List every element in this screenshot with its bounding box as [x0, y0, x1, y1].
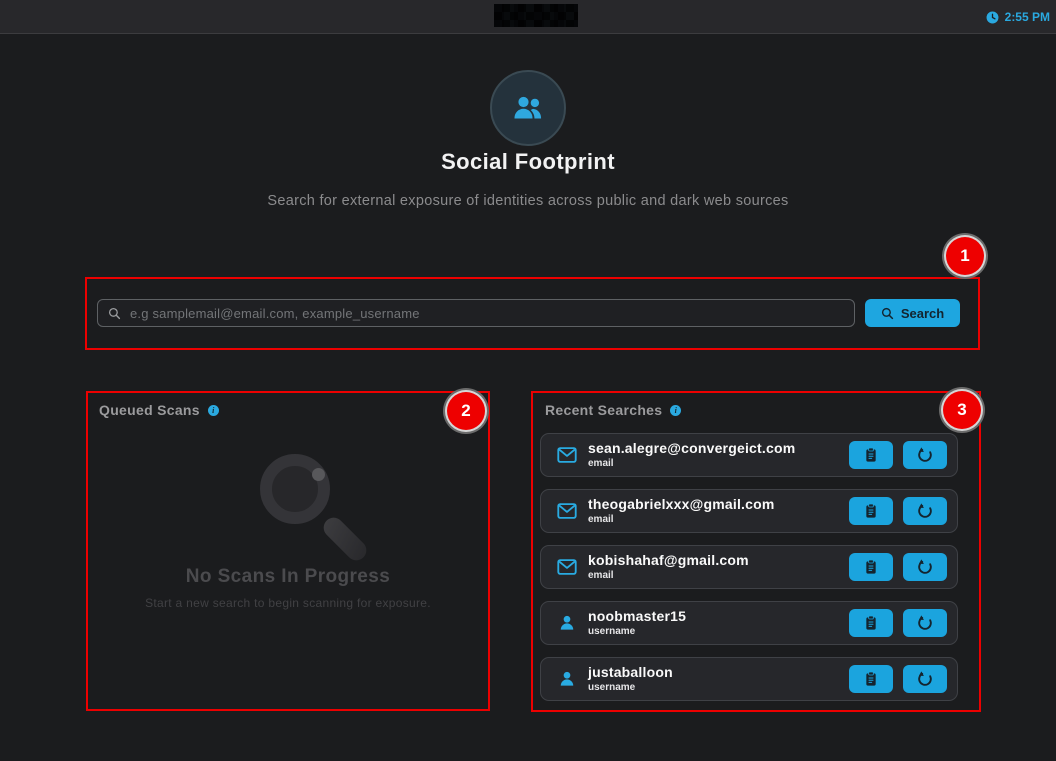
- rerun-search-button[interactable]: [903, 609, 947, 637]
- recent-search-text: justaballoon username: [588, 665, 849, 693]
- recent-search-actions: [849, 441, 947, 469]
- recent-search-row[interactable]: sean.alegre@convergeict.com email: [540, 433, 958, 477]
- recent-search-text: sean.alegre@convergeict.com email: [588, 441, 849, 469]
- users-icon: [510, 90, 546, 126]
- rerun-icon: [913, 555, 937, 579]
- recent-search-text: kobishahaf@gmail.com email: [588, 553, 849, 581]
- clipboard-icon: [863, 671, 879, 687]
- info-icon[interactable]: i: [208, 405, 219, 416]
- rerun-search-button[interactable]: [903, 665, 947, 693]
- search-button-label: Search: [901, 306, 944, 321]
- recent-search-actions: [849, 665, 947, 693]
- magnifier-illustration: [260, 454, 330, 524]
- magnifier-highlight: [312, 468, 325, 481]
- rerun-icon: [913, 667, 937, 691]
- recent-search-type: email: [588, 458, 849, 469]
- clock-widget: 2:55 PM: [986, 0, 1050, 34]
- recent-search-row[interactable]: noobmaster15 username: [540, 601, 958, 645]
- user-icon: [555, 669, 579, 689]
- user-icon: [555, 613, 579, 633]
- recent-search-type: username: [588, 682, 849, 693]
- current-time: 2:55 PM: [1005, 10, 1050, 24]
- search-input[interactable]: [130, 306, 844, 321]
- recent-search-type: email: [588, 514, 849, 525]
- recent-search-value: theogabrielxxx@gmail.com: [588, 497, 849, 512]
- magnifier-illustration-handle: [320, 514, 371, 565]
- rerun-search-button[interactable]: [903, 497, 947, 525]
- annotation-circle-2: 2: [447, 392, 485, 430]
- social-footprint-page: 2:55 PM Social Footprint Search for exte…: [0, 0, 1056, 761]
- copy-to-clipboard-button[interactable]: [849, 665, 893, 693]
- recent-search-actions: [849, 553, 947, 581]
- rerun-icon: [913, 443, 937, 467]
- clock-icon: [986, 11, 999, 24]
- queued-scans-title-label: Queued Scans: [99, 402, 200, 418]
- copy-to-clipboard-button[interactable]: [849, 441, 893, 469]
- search-button-icon: [881, 307, 894, 320]
- email-icon: [555, 444, 579, 466]
- recent-search-value: justaballoon: [588, 665, 849, 680]
- recent-search-text: theogabrielxxx@gmail.com email: [588, 497, 849, 525]
- rerun-search-button[interactable]: [903, 441, 947, 469]
- clipboard-icon: [863, 447, 879, 463]
- clipboard-icon: [863, 503, 879, 519]
- recent-search-row[interactable]: theogabrielxxx@gmail.com email: [540, 489, 958, 533]
- email-icon: [555, 556, 579, 578]
- recent-search-row[interactable]: kobishahaf@gmail.com email: [540, 545, 958, 589]
- recent-search-text: noobmaster15 username: [588, 609, 849, 637]
- recent-search-value: noobmaster15: [588, 609, 849, 624]
- rerun-icon: [913, 611, 937, 635]
- copy-to-clipboard-button[interactable]: [849, 497, 893, 525]
- recent-search-type: email: [588, 570, 849, 581]
- top-bar: 2:55 PM: [0, 0, 1056, 34]
- clipboard-icon: [863, 559, 879, 575]
- recent-search-row[interactable]: justaballoon username: [540, 657, 958, 701]
- info-icon[interactable]: i: [670, 405, 681, 416]
- page-subtitle: Search for external exposure of identiti…: [208, 192, 848, 211]
- email-icon: [555, 500, 579, 522]
- no-scans-title: No Scans In Progress: [86, 566, 490, 588]
- social-footprint-avatar: [490, 70, 566, 146]
- page-title: Social Footprint: [0, 149, 1056, 175]
- annotation-box-queued-scans: [86, 391, 490, 711]
- rerun-icon: [913, 499, 937, 523]
- search-button[interactable]: Search: [865, 299, 960, 327]
- clipboard-icon: [863, 615, 879, 631]
- recent-searches-title-label: Recent Searches: [545, 402, 662, 418]
- recent-search-actions: [849, 497, 947, 525]
- recent-search-type: username: [588, 626, 849, 637]
- recent-search-value: kobishahaf@gmail.com: [588, 553, 849, 568]
- recent-searches-title: Recent Searches i: [545, 402, 681, 418]
- copy-to-clipboard-button[interactable]: [849, 609, 893, 637]
- queued-scans-title: Queued Scans i: [99, 402, 219, 418]
- no-scans-subtitle: Start a new search to begin scanning for…: [86, 596, 490, 610]
- recent-searches-list: sean.alegre@convergeict.com email: [540, 433, 958, 701]
- annotation-circle-1: 1: [946, 237, 984, 275]
- search-field-wrap: [97, 299, 855, 327]
- annotation-circle-3: 3: [943, 391, 981, 429]
- redacted-logo: [494, 4, 578, 27]
- recent-search-value: sean.alegre@convergeict.com: [588, 441, 849, 456]
- copy-to-clipboard-button[interactable]: [849, 553, 893, 581]
- search-icon: [108, 307, 121, 320]
- rerun-search-button[interactable]: [903, 553, 947, 581]
- recent-search-actions: [849, 609, 947, 637]
